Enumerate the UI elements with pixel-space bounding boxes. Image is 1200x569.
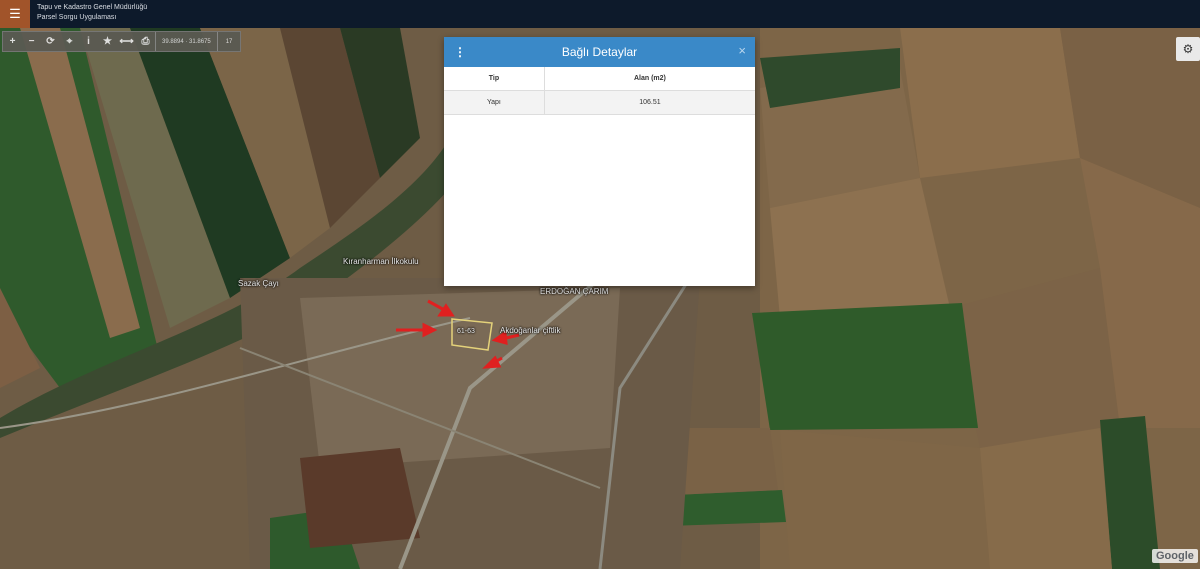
linked-details-dialog: ⋮ Bağlı Detaylar × Tip Alan (m2) Yapı 10… bbox=[444, 37, 755, 286]
locate-icon[interactable]: ⌖ bbox=[60, 32, 79, 51]
table-header-row: Tip Alan (m2) bbox=[444, 67, 755, 91]
hamburger-menu-button[interactable]: ☰ bbox=[0, 0, 30, 28]
star-icon[interactable]: ★ bbox=[98, 32, 117, 51]
app-header: ☰ Tapu ve Kadastro Genel Müdürlüğü Parse… bbox=[0, 0, 1200, 28]
close-icon[interactable]: × bbox=[738, 43, 746, 58]
map-toolbar: + − ⟳ ⌖ i ★ ⟷ ⎙ 39.8894 · 31.8675 17 bbox=[2, 31, 242, 52]
map-label-business: ERDOĞAN ÇARIM bbox=[540, 287, 609, 296]
column-header-area: Alan (m2) bbox=[543, 67, 755, 91]
coordinate-readout: 39.8894 · 31.8675 bbox=[155, 32, 217, 51]
dialog-title: Bağlı Detaylar bbox=[561, 45, 638, 59]
zoom-out-button[interactable]: − bbox=[22, 32, 41, 51]
column-header-type: Tip bbox=[444, 67, 545, 91]
refresh-icon[interactable]: ⟳ bbox=[41, 32, 60, 51]
map-label-school: Kıranharman İlkokulu bbox=[343, 257, 419, 266]
details-table: Tip Alan (m2) Yapı 106.51 bbox=[444, 67, 755, 115]
info-icon[interactable]: i bbox=[79, 32, 98, 51]
map-label-stream: Sazak Çayı bbox=[238, 279, 279, 288]
zoom-in-button[interactable]: + bbox=[3, 32, 22, 51]
app-title-line1: Tapu ve Kadastro Genel Müdürlüğü bbox=[37, 4, 148, 11]
zoom-level-readout: 17 bbox=[216, 32, 241, 51]
app-title: Tapu ve Kadastro Genel Müdürlüğü Parsel … bbox=[37, 3, 147, 23]
print-icon[interactable]: ⎙ bbox=[136, 32, 155, 51]
measure-icon[interactable]: ⟷ bbox=[117, 32, 136, 51]
dialog-header: ⋮ Bağlı Detaylar × bbox=[444, 37, 755, 67]
google-attribution: Google bbox=[1152, 549, 1198, 563]
gear-icon[interactable]: ⚙ bbox=[1176, 37, 1200, 61]
map-label-farm: Akdoğanlar çiftlik bbox=[500, 326, 561, 335]
kebab-menu-icon[interactable]: ⋮ bbox=[454, 45, 466, 59]
map-label-parcel: 61-63 bbox=[457, 328, 475, 335]
table-row[interactable]: Yapı 106.51 bbox=[444, 90, 755, 115]
app-title-line2: Parsel Sorgu Uygulaması bbox=[37, 14, 117, 21]
cell-type: Yapı bbox=[444, 90, 545, 115]
cell-area: 106.51 bbox=[543, 90, 755, 115]
